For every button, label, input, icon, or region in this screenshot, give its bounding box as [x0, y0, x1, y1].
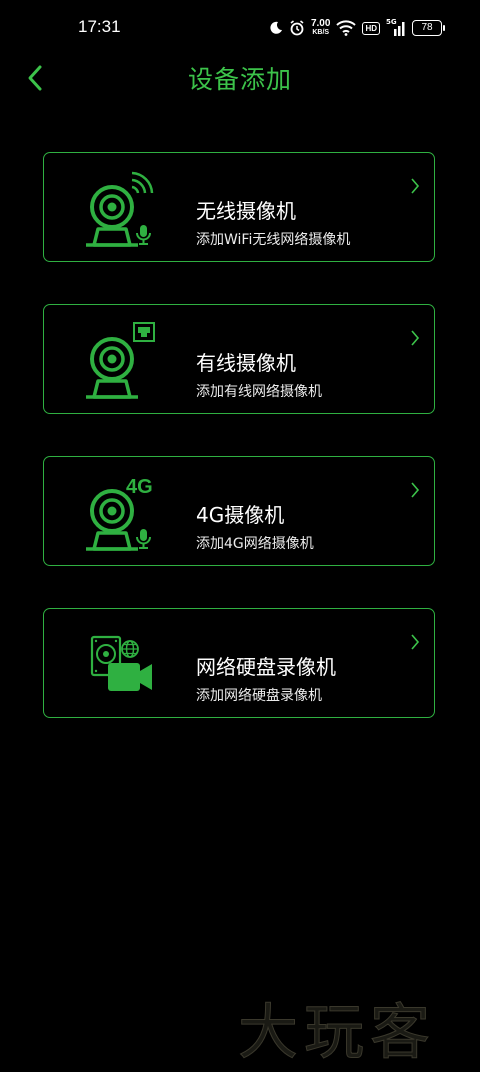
device-card-wireless-camera[interactable]: 无线摄像机 添加WiFi无线网络摄像机 — [43, 152, 435, 262]
device-subtitle: 添加有线网络摄像机 — [196, 384, 322, 400]
moon-icon — [270, 21, 282, 34]
device-subtitle: 添加网络硬盘录像机 — [196, 688, 322, 704]
signal-icon: 5G — [386, 18, 406, 36]
device-card-nvr[interactable]: 网络硬盘录像机 添加网络硬盘录像机 — [43, 608, 435, 718]
device-title: 4G摄像机 — [196, 503, 285, 527]
watermark: 大玩客 — [238, 998, 436, 1069]
net-speed-value: 7.00 — [310, 18, 331, 29]
4g-label: 4G — [126, 476, 153, 498]
status-time: 17:31 — [78, 17, 121, 36]
status-icons: 7.00 KB/S HD 5G 78 — [269, 17, 445, 39]
wired-camera-icon — [86, 322, 155, 399]
device-subtitle: 添加WiFi无线网络摄像机 — [196, 232, 351, 248]
hd-icon: HD — [362, 21, 380, 35]
chevron-right-icon — [411, 178, 420, 194]
page-title: 设备添加 — [187, 65, 292, 94]
device-subtitle: 添加4G网络摄像机 — [196, 536, 314, 552]
net-speed-unit: KB/S — [312, 29, 330, 36]
wifi-icon — [336, 20, 357, 36]
net-speed: 7.00 KB/S — [311, 19, 330, 37]
device-card-4g-camera[interactable]: 4G 4G摄像机 添加4G网络摄像机 — [43, 456, 435, 566]
alarm-icon — [290, 20, 304, 36]
device-card-wired-camera[interactable]: 有线摄像机 添加有线网络摄像机 — [43, 304, 435, 414]
4g-camera-icon: 4G — [86, 476, 153, 551]
device-title: 网络硬盘录像机 — [196, 655, 336, 679]
chevron-right-icon — [411, 330, 420, 346]
chevron-right-icon — [411, 634, 420, 650]
chevron-right-icon — [411, 482, 420, 498]
header: 设备添加 — [0, 56, 480, 100]
device-title: 无线摄像机 — [196, 199, 296, 223]
status-bar: 17:31 7.00 KB/S HD 5G 78 — [0, 0, 480, 56]
wireless-camera-icon — [86, 171, 154, 247]
battery-icon: 78 — [412, 20, 445, 36]
nvr-recorder-icon — [90, 635, 152, 691]
device-title: 有线摄像机 — [196, 351, 296, 375]
